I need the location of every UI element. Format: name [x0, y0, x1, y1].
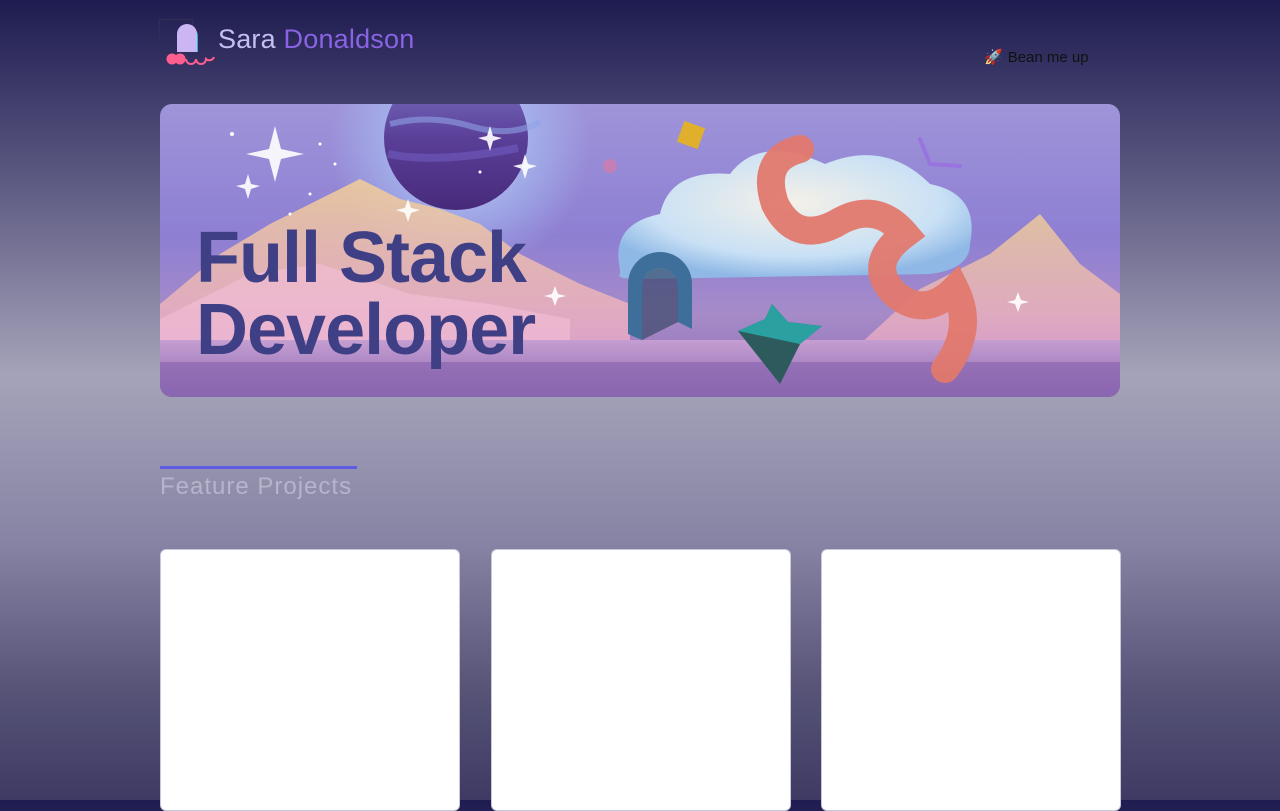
hero-banner: Full Stack Developer — [160, 104, 1120, 397]
heading-accent-bar — [160, 466, 357, 469]
hero-title: Full Stack Developer — [196, 218, 536, 370]
rocket-icon: 🚀 — [984, 49, 1003, 66]
project-card[interactable] — [821, 549, 1121, 811]
site-name: Sara Donaldson — [218, 24, 414, 55]
hero-title-line-1: Full Stack — [196, 218, 527, 298]
brand-block[interactable]: Sara Donaldson — [158, 16, 458, 66]
bean-me-up-label: Bean me up — [1007, 49, 1089, 66]
brand-first-name: Sara — [218, 24, 276, 54]
section-title: Feature Projects — [160, 473, 353, 500]
featured-projects-heading: Feature Projects — [160, 466, 357, 501]
project-card[interactable] — [160, 549, 460, 811]
brand-last-name: Donaldson — [283, 24, 415, 54]
project-card[interactable] — [491, 549, 791, 811]
arches-logo-icon — [158, 18, 215, 65]
bean-me-up-link[interactable]: 🚀 Bean me up — [984, 48, 1089, 66]
hero-title-line-2: Developer — [196, 290, 536, 370]
